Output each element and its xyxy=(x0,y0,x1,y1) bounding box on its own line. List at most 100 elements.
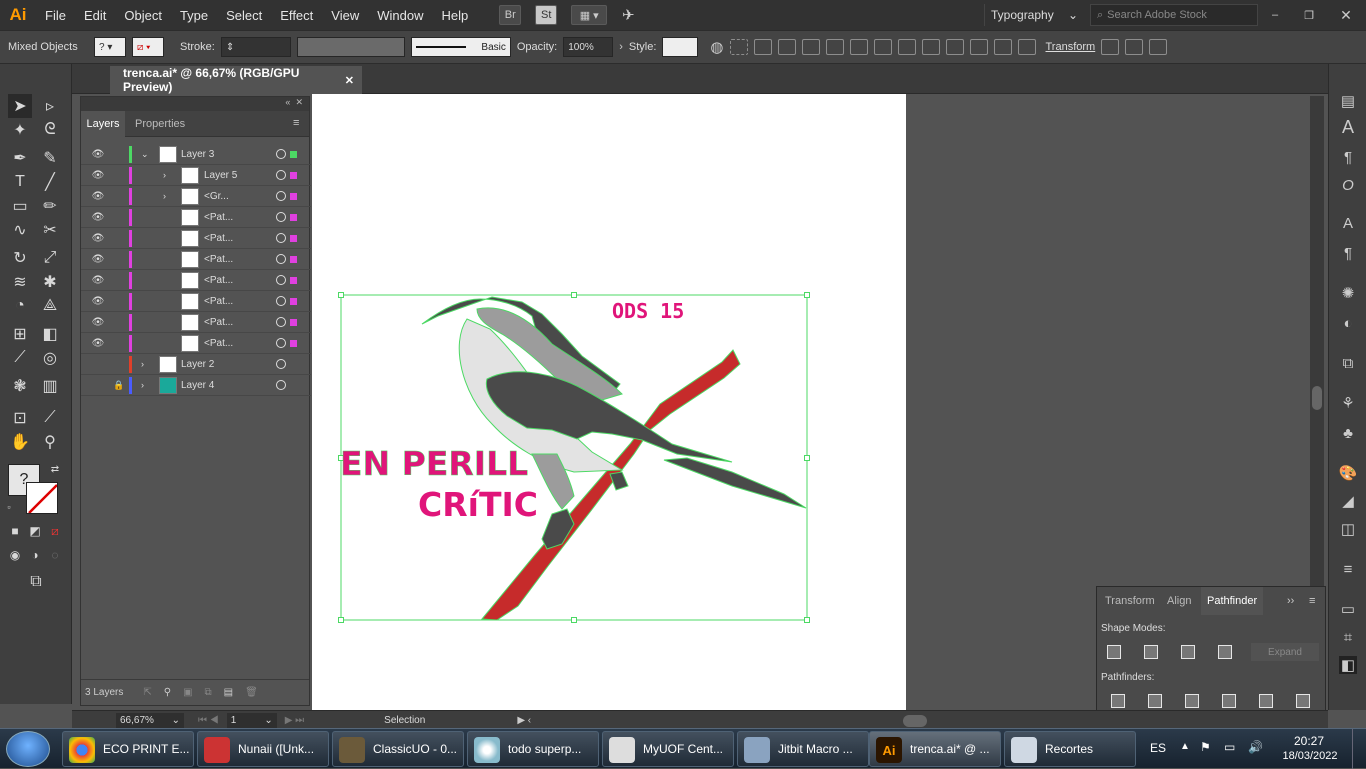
expand-panel-icon[interactable]: ›› xyxy=(1287,595,1294,607)
mesh-tool-icon[interactable]: ⊞ xyxy=(8,322,32,346)
layer-row-path[interactable]: 👁 <Pat... xyxy=(81,312,311,333)
close-icon[interactable]: ✕ xyxy=(1326,7,1366,24)
target-circle-icon[interactable] xyxy=(276,149,286,159)
layer-row-group[interactable]: 👁 › <Gr... xyxy=(81,186,311,207)
menu-select[interactable]: Select xyxy=(217,8,271,23)
transparency-icon[interactable]: ◐ xyxy=(1339,314,1357,332)
bridge-button[interactable]: Br xyxy=(499,5,522,25)
lock-icon[interactable]: 🔒 xyxy=(113,380,124,391)
visibility-eye-icon[interactable]: 👁 xyxy=(91,212,105,223)
gpu-performance-icon[interactable]: ✈ xyxy=(617,5,639,25)
action-center-icon[interactable]: ⚑ xyxy=(1200,740,1211,754)
clock-time[interactable]: 20:27 xyxy=(1284,734,1334,748)
artboards-icon[interactable]: ⧉ xyxy=(1339,354,1357,372)
opentype-icon[interactable]: O xyxy=(1339,176,1357,194)
layer-row-path[interactable]: 👁 <Pat... xyxy=(81,228,311,249)
visibility-eye-icon[interactable]: 👁 xyxy=(91,317,105,328)
arrange-documents-icon[interactable]: ▦ ▾ xyxy=(571,5,608,25)
layer-row-path[interactable]: 👁 <Pat... xyxy=(81,249,311,270)
target-circle-icon[interactable] xyxy=(276,275,286,285)
target-circle-icon[interactable] xyxy=(276,254,286,264)
zoom-field[interactable]: 66,67% ⌄ xyxy=(116,712,184,729)
target-circle-icon[interactable] xyxy=(276,170,286,180)
shape-builder-tool-icon[interactable]: ◔ xyxy=(8,294,32,318)
target-circle-icon[interactable] xyxy=(276,338,286,348)
document-tab[interactable]: trenca.ai* @ 66,67% (RGB/GPU Preview) ✕ xyxy=(110,66,362,94)
appearance-icon[interactable]: ✺ xyxy=(1339,284,1357,302)
chevron-right-icon[interactable]: › xyxy=(163,191,166,201)
gradient-mode-icon[interactable]: ◩ xyxy=(26,522,44,540)
collapse-panel-icon[interactable]: « xyxy=(285,97,290,107)
delete-layer-icon[interactable]: 🗑 xyxy=(245,687,258,698)
width-tool-icon[interactable]: ≋ xyxy=(8,270,32,294)
selection-indicator[interactable] xyxy=(290,318,297,326)
merge-icon[interactable] xyxy=(1185,694,1199,708)
minus-front-icon[interactable] xyxy=(1144,645,1158,659)
puppet-warp-tool-icon[interactable]: ✱ xyxy=(38,270,62,294)
selection-indicator[interactable] xyxy=(290,234,297,242)
draw-inside-icon[interactable]: ◌ xyxy=(46,546,64,564)
isolate-group-icon[interactable] xyxy=(1101,39,1120,55)
variable-width-profile[interactable] xyxy=(296,37,405,57)
symbols-icon[interactable]: ♣ xyxy=(1339,424,1357,442)
default-colors-icon[interactable]: ▫ xyxy=(2,500,16,514)
scissors-tool-icon[interactable]: ✂ xyxy=(38,218,62,242)
arrange-icon[interactable] xyxy=(1125,39,1144,55)
graphic-styles-icon[interactable]: ◫ xyxy=(1339,520,1357,538)
layer-name[interactable]: <Pat... xyxy=(204,317,233,328)
visibility-eye-icon[interactable]: 👁 xyxy=(91,296,105,307)
close-panel-icon[interactable]: ✕ xyxy=(295,97,303,107)
brush-definition[interactable]: Basic xyxy=(410,37,511,57)
distribute-middle-icon[interactable] xyxy=(921,39,940,55)
recolor-artwork-icon[interactable]: ◍ xyxy=(710,38,723,56)
selection-tool-icon[interactable]: ➤ xyxy=(8,94,32,118)
target-circle-icon[interactable] xyxy=(276,212,286,222)
tab-align[interactable]: Align xyxy=(1167,595,1191,607)
layer-name[interactable]: <Gr... xyxy=(204,191,229,202)
tab-properties[interactable]: Properties xyxy=(135,118,185,130)
visibility-eye-icon[interactable]: 👁 xyxy=(91,254,105,265)
layer-name[interactable]: <Pat... xyxy=(204,233,233,244)
align-right-icon[interactable] xyxy=(801,39,820,55)
perspective-grid-tool-icon[interactable]: ⟁ xyxy=(38,294,62,318)
brushes-icon[interactable]: ⚘ xyxy=(1339,394,1357,412)
new-layer-icon[interactable]: ▤ xyxy=(224,687,233,698)
chevron-right-icon[interactable]: › xyxy=(619,41,623,53)
distribute-left-icon[interactable] xyxy=(969,39,988,55)
line-tool-icon[interactable]: ╱ xyxy=(38,170,62,194)
visibility-eye-icon[interactable]: 👁 xyxy=(91,338,105,349)
transform-link[interactable]: Transform xyxy=(1046,41,1096,53)
libraries-icon[interactable]: ▤ xyxy=(1339,92,1357,110)
taskbar-item-illustrator[interactable]: Ai trenca.ai* @ ... xyxy=(869,731,1001,767)
distribute-center-icon[interactable] xyxy=(993,39,1012,55)
color-guide-icon[interactable]: 🎨 xyxy=(1339,464,1358,482)
target-circle-icon[interactable] xyxy=(276,191,286,201)
outline-icon[interactable] xyxy=(1259,694,1273,708)
tab-layers[interactable]: Layers xyxy=(81,111,125,137)
column-graph-tool-icon[interactable]: ▥ xyxy=(38,374,62,398)
distribute-bottom-icon[interactable] xyxy=(945,39,964,55)
layer-name[interactable]: Layer 2 xyxy=(181,359,214,370)
panel-menu-icon[interactable]: ≡ xyxy=(1309,595,1315,607)
artwork[interactable]: ODS 15 EN PERILL CRíTIC xyxy=(312,94,906,710)
menu-object[interactable]: Object xyxy=(115,8,171,23)
selection-indicator[interactable] xyxy=(290,213,297,221)
symbol-sprayer-tool-icon[interactable]: ❃ xyxy=(8,374,32,398)
curvature-tool-icon[interactable]: ✎ xyxy=(38,146,62,170)
layer-name[interactable]: Layer 5 xyxy=(204,170,237,181)
show-desktop-button[interactable] xyxy=(1352,729,1366,769)
color-mode-icon[interactable]: ■ xyxy=(6,522,24,540)
last-artboard-icon[interactable]: ▶ ⏭ xyxy=(285,715,304,726)
character-icon[interactable]: A xyxy=(1339,117,1357,137)
none-mode-icon[interactable]: ⧄ xyxy=(46,522,64,540)
visibility-eye-icon[interactable]: 👁 xyxy=(91,275,105,286)
target-circle-icon[interactable] xyxy=(276,317,286,327)
layer-name[interactable]: <Pat... xyxy=(204,254,233,265)
tab-pathfinder[interactable]: Pathfinder xyxy=(1201,587,1264,615)
layer-row-layer-3[interactable]: 👁 ⌄ Layer 3 xyxy=(81,144,311,165)
selection-indicator[interactable] xyxy=(290,339,297,347)
shaper-tool-icon[interactable]: ∿ xyxy=(8,218,32,242)
selection-indicator[interactable] xyxy=(290,150,297,158)
menu-type[interactable]: Type xyxy=(171,8,217,23)
layer-row-layer-4[interactable]: 🔒 › Layer 4 xyxy=(81,375,311,396)
